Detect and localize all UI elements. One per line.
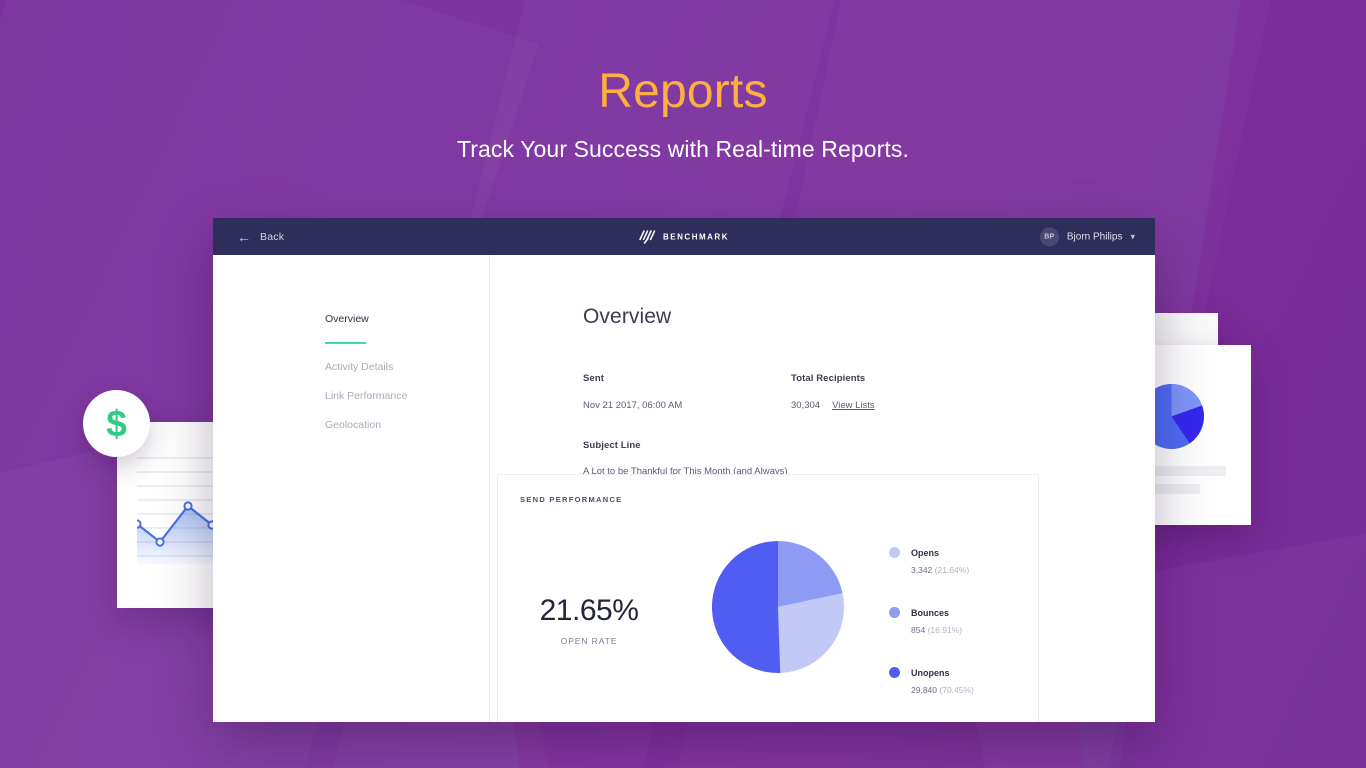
sidebar-item-label: Link Performance <box>325 390 408 402</box>
sidebar-item-geolocation[interactable]: Geolocation <box>213 419 489 431</box>
brand-logo: BENCHMARK <box>639 229 729 244</box>
sidebar-item-activity-details[interactable]: Activity Details <box>213 361 489 373</box>
subject-block: Subject Line A Lot to be Thankful for Th… <box>583 440 1155 477</box>
sidebar-active-underline <box>325 342 366 344</box>
hero-section: Reports Track Your Success with Real-tim… <box>0 0 1366 163</box>
legend-item-opens[interactable]: Opens 3,342 (21.64%) <box>889 547 1038 575</box>
recipients-label: Total Recipients <box>791 373 866 384</box>
sent-block: Sent Nov 21 2017, 06:00 AM <box>583 373 791 411</box>
content-title: Overview <box>583 305 672 328</box>
pie-slice-opens[interactable] <box>778 593 844 673</box>
pie-chart-legend: Opens 3,342 (21.64%) Bounces 854 (16.91%… <box>876 519 1038 722</box>
sidebar-item-label: Overview <box>325 313 369 325</box>
open-rate-label: OPEN RATE <box>560 636 618 646</box>
legend-percent-unopens: (70.45%) <box>939 685 974 695</box>
open-rate-block: 21.65% OPEN RATE <box>498 519 680 646</box>
back-button-label: Back <box>260 230 285 243</box>
subject-label: Subject Line <box>583 440 641 451</box>
user-menu[interactable]: BP Bjorn Philips ▾ <box>1039 227 1135 246</box>
send-performance-body: 21.65% OPEN RATE Opens 3,342 (21.64%) Bo… <box>498 519 1038 722</box>
legend-item-bounces[interactable]: Bounces 854 (16.91%) <box>889 607 1038 635</box>
legend-count-bounces: 854 <box>911 625 926 635</box>
legend-percent-opens: (21.64%) <box>934 565 970 575</box>
pie-slice-unopens[interactable] <box>712 541 781 673</box>
sidebar-item-link-performance[interactable]: Link Performance <box>213 390 489 402</box>
legend-stats-opens: 3,342 (21.64%) <box>911 565 1038 575</box>
user-name-label: Bjorn Philips <box>1066 231 1123 242</box>
legend-dot-unopens-icon <box>889 667 900 678</box>
recipients-count: 30,304 <box>791 400 821 411</box>
legend-dot-opens-icon <box>889 547 900 558</box>
dollar-glyph: $ <box>106 403 127 444</box>
main-content: Overview Sent Nov 21 2017, 06:00 AM Tota… <box>490 255 1155 722</box>
page-subtitle: Track Your Success with Real-time Report… <box>456 135 909 162</box>
send-performance-title: SEND PERFORMANCE <box>520 495 623 504</box>
legend-label-bounces: Bounces <box>911 607 950 618</box>
pie-chart-block <box>680 519 876 673</box>
sidebar-item-label: Activity Details <box>325 361 394 373</box>
legend-percent-bounces: (16.91%) <box>927 625 963 635</box>
legend-item-unopens[interactable]: Unopens 29,840 (70.45%) <box>889 667 1038 695</box>
dollar-badge-icon: $ <box>83 390 150 457</box>
app-window: ← Back BENCHMARK BP Bjorn Philips ▾ Over… <box>213 218 1155 722</box>
send-performance-pie-chart[interactable] <box>712 541 844 673</box>
app-header: ← Back BENCHMARK BP Bjorn Philips ▾ <box>213 218 1155 255</box>
back-button[interactable]: ← Back <box>237 230 284 244</box>
legend-label-opens: Opens <box>911 547 940 558</box>
chevron-down-icon: ▾ <box>1130 231 1135 241</box>
benchmark-logo-icon <box>639 229 656 244</box>
sent-label: Sent <box>583 373 604 384</box>
open-rate-value: 21.65% <box>539 594 639 627</box>
brand-name-label: BENCHMARK <box>663 232 729 241</box>
send-performance-card: SEND PERFORMANCE 21.65% OPEN RATE Opens … <box>497 474 1039 722</box>
recipients-value-row: 30,304 View Lists <box>791 400 875 411</box>
sidebar: Overview Activity Details Link Performan… <box>213 255 490 722</box>
app-body: Overview Activity Details Link Performan… <box>213 255 1155 722</box>
legend-stats-unopens: 29,840 (70.45%) <box>911 685 1038 695</box>
legend-stats-bounces: 854 (16.91%) <box>911 625 1038 635</box>
legend-count-opens: 3,342 <box>911 565 933 575</box>
sent-value: Nov 21 2017, 06:00 AM <box>583 400 683 411</box>
page-title: Reports <box>598 65 768 118</box>
view-lists-link[interactable]: View Lists <box>832 400 875 411</box>
meta-row: Sent Nov 21 2017, 06:00 AM Total Recipie… <box>583 373 1155 411</box>
legend-count-unopens: 29,840 <box>911 685 937 695</box>
arrow-left-icon: ← <box>237 228 251 245</box>
legend-dot-bounces-icon <box>889 607 900 618</box>
sidebar-item-overview[interactable]: Overview <box>213 313 489 325</box>
recipients-block: Total Recipients 30,304 View Lists <box>791 373 875 411</box>
legend-label-unopens: Unopens <box>911 667 950 678</box>
avatar: BP <box>1039 227 1059 246</box>
sidebar-item-label: Geolocation <box>325 419 382 431</box>
